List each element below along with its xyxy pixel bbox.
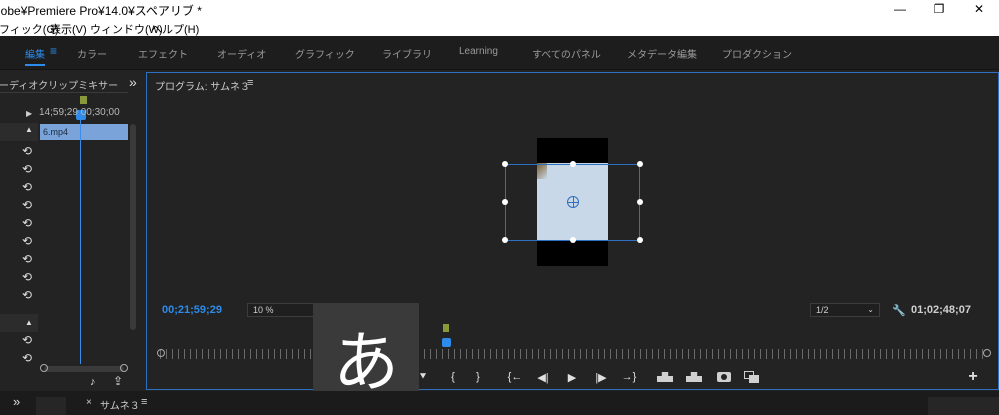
track-sync-icon[interactable]: ⟲ <box>0 349 38 367</box>
track-sync-icon[interactable]: ⟲ <box>0 250 38 268</box>
mark-out-button[interactable]: } <box>470 369 486 385</box>
ruler-handle-right[interactable] <box>983 349 991 357</box>
restore-button[interactable]: ❐ <box>919 0 959 18</box>
zoom-value: 10 % <box>253 305 274 315</box>
vertical-scrollbar[interactable] <box>130 124 136 330</box>
track-sync-icon[interactable]: ⟲ <box>0 286 38 304</box>
workspace-libraries[interactable]: ライブラリ <box>382 46 432 61</box>
camera-icon[interactable] <box>717 372 731 382</box>
wrench-icon[interactable]: 🔧 <box>892 304 906 317</box>
menu-help[interactable]: ヘルプ(H) <box>151 21 199 37</box>
zoom-select[interactable]: 10 % <box>247 303 317 317</box>
menu-bar: フィック(G) 表示(V) ウィンドウ(W) ヘルプ(H) <box>0 18 999 36</box>
workspace-audio[interactable]: オーディオ <box>217 46 266 61</box>
collapse-icon[interactable]: ▲ <box>25 125 33 134</box>
playhead-handle[interactable] <box>442 338 451 347</box>
extract-icon[interactable] <box>686 372 702 382</box>
title-bar: lobe¥Premiere Pro¥14.0¥スペアリブ * — ❐ ✕ <box>0 0 999 18</box>
bottom-panel-bar: » × サムネ３ ≡ <box>0 391 999 415</box>
scroll-handle-right[interactable] <box>120 364 128 372</box>
close-button[interactable]: ✕ <box>959 0 999 18</box>
lift-icon[interactable] <box>657 372 673 382</box>
minimize-button[interactable]: — <box>880 0 920 18</box>
workspace-edit[interactable]: 編集 <box>25 46 45 66</box>
resolution-value: 1/2 <box>816 305 829 315</box>
current-timecode[interactable]: 00;21;59;29 <box>162 304 222 316</box>
go-to-out-button[interactable]: →} <box>621 369 637 385</box>
track-sync-icon[interactable]: ⟲ <box>0 196 38 214</box>
workspace-color[interactable]: カラー <box>77 46 107 61</box>
close-tab-icon[interactable]: × <box>86 397 92 408</box>
playhead-line <box>80 112 81 364</box>
track-header-a: ▲ <box>0 314 38 332</box>
anchor-point-icon[interactable] <box>567 196 579 208</box>
resize-handle[interactable] <box>637 199 643 205</box>
program-title: プログラム: サムネ３ <box>155 82 251 93</box>
more-panels-icon[interactable]: » <box>129 74 137 90</box>
mark-in-button[interactable]: { <box>445 369 461 385</box>
tab-menu-icon[interactable]: ≡ <box>141 396 147 408</box>
export-icon[interactable]: ⇪ <box>113 374 123 388</box>
clip-6mp4[interactable]: 6.mp4 <box>40 124 128 140</box>
resolution-select[interactable]: 1/2 ⌄ <box>810 303 880 317</box>
chevron-down-icon: ⌄ <box>867 305 874 314</box>
track-sync-icon[interactable]: ⟲ <box>0 232 38 250</box>
clip-label: 6.mp4 <box>43 127 69 137</box>
duration-timecode: 01;02;48;07 <box>911 304 971 316</box>
resize-handle[interactable] <box>637 161 643 167</box>
track-sync-icon[interactable]: ⟲ <box>0 268 38 286</box>
program-monitor: プログラム: サムネ３ ≡ 00;21;59;29 10 % 1/2 ⌄ 🔧 0… <box>146 72 999 390</box>
resize-handle[interactable] <box>502 199 508 205</box>
track-sync-icon[interactable]: ⟲ <box>0 178 38 196</box>
in-marker <box>80 96 87 104</box>
in-marker <box>443 324 449 332</box>
resize-handle[interactable] <box>502 237 508 243</box>
go-to-in-button[interactable]: {← <box>507 369 523 385</box>
more-panels-icon[interactable]: » <box>13 394 20 409</box>
expand-icon[interactable]: ▶ <box>26 109 32 118</box>
workspace-learning[interactable]: Learning <box>459 46 498 57</box>
panel-title: ーディオクリップミキサー <box>0 81 119 92</box>
workspace-metadata[interactable]: メタデータ編集 <box>627 46 697 61</box>
resize-handle[interactable] <box>570 161 576 167</box>
workspace-menu-icon[interactable]: ≡ <box>50 44 57 58</box>
panel-tab-empty[interactable] <box>36 397 66 415</box>
track-sync-icon[interactable]: ⟲ <box>0 331 38 349</box>
workspace-bar: 編集 ≡ カラー エフェクト オーディオ グラフィック ライブラリ Learni… <box>0 36 999 70</box>
workspace-effects[interactable]: エフェクト <box>138 46 188 61</box>
sequence-tab[interactable]: サムネ３ <box>100 397 140 412</box>
workspace-all-panels[interactable]: すべてのパネル <box>532 46 601 61</box>
workspace-graphics[interactable]: グラフィック <box>295 46 355 61</box>
button-editor-add-icon[interactable]: + <box>965 368 981 385</box>
track-sync-icon[interactable]: ⟲ <box>0 142 38 160</box>
audio-clip-mixer-panel: ーディオクリップミキサー » ▶ 14;59;29 00;30;00 ▲ 6.m… <box>0 72 143 390</box>
resize-handle[interactable] <box>502 161 508 167</box>
track-header-v2: ▲ <box>0 123 38 141</box>
scroll-handle-left[interactable] <box>40 364 48 372</box>
step-back-button[interactable]: ◀| <box>535 369 551 385</box>
play-button[interactable]: ▶ <box>564 369 580 385</box>
workspace-production[interactable]: プロダクション <box>722 46 792 61</box>
transform-bounding-box[interactable] <box>502 161 643 243</box>
step-forward-button[interactable]: |▶ <box>593 369 609 385</box>
horizontal-scrollbar[interactable] <box>44 366 124 372</box>
panel-menu-icon[interactable]: ≡ <box>247 77 253 89</box>
ruler-handle-left[interactable] <box>157 349 165 357</box>
compare-view-icon[interactable] <box>744 371 760 383</box>
track-sync-icon[interactable]: ⟲ <box>0 160 38 178</box>
time-ruler[interactable] <box>160 349 986 359</box>
panel-header: ーディオクリップミキサー » <box>0 72 143 94</box>
resize-handle[interactable] <box>637 237 643 243</box>
collapse-icon[interactable]: ▲ <box>25 318 33 327</box>
track-sync-icon[interactable]: ⟲ <box>0 214 38 232</box>
menu-view[interactable]: 表示(V) <box>50 21 87 37</box>
panel-tab-empty <box>928 397 999 415</box>
resize-handle[interactable] <box>570 237 576 243</box>
window-title: lobe¥Premiere Pro¥14.0¥スペアリブ * <box>0 4 202 18</box>
music-icon[interactable]: ♪ <box>90 376 96 388</box>
divider <box>0 92 128 93</box>
